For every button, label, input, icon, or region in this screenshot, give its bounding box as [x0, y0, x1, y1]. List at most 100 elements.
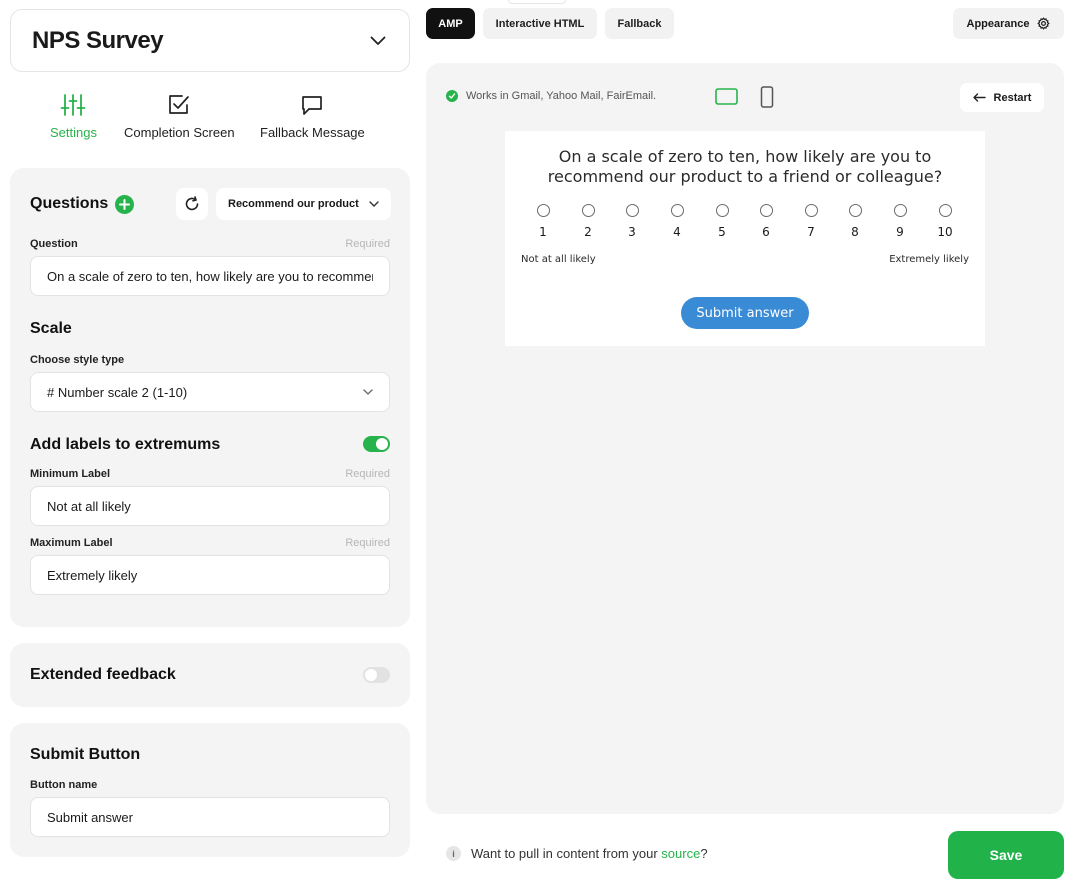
radio-button[interactable] [893, 204, 907, 217]
arrow-left-icon [972, 93, 986, 102]
scale-number: 10 [937, 225, 953, 239]
radio-button[interactable] [536, 204, 550, 217]
max-label-value: Extremely likely [47, 567, 138, 583]
top-edge-element [508, 0, 566, 4]
preview-question: On a scale of zero to ten, how likely ar… [547, 147, 943, 186]
restart-button[interactable]: Restart [960, 83, 1044, 112]
radio-button[interactable] [848, 204, 862, 217]
radio-button[interactable] [625, 204, 639, 217]
hint-suffix: ? [700, 846, 708, 861]
radio-button[interactable] [804, 204, 818, 217]
mobile-view-button[interactable] [760, 86, 774, 113]
mode-tab-interactive-html[interactable]: Interactive HTML [483, 8, 597, 39]
radio-button[interactable] [670, 204, 684, 217]
button-name-input[interactable]: Submit answer [30, 797, 390, 837]
appearance-label: Appearance [966, 17, 1030, 30]
scale-option[interactable]: 8 [845, 204, 865, 239]
info-icon: i [446, 846, 461, 861]
tab-settings-label: Settings [50, 125, 97, 140]
add-question-button[interactable] [115, 195, 134, 214]
scale-option[interactable]: 3 [622, 204, 642, 239]
radio-button[interactable] [581, 204, 595, 217]
tab-fallback-message[interactable]: Fallback Message [260, 92, 365, 140]
style-type-label: Choose style type [30, 354, 125, 366]
desktop-view-button[interactable] [715, 87, 738, 111]
tab-completion-screen[interactable]: Completion Screen [124, 92, 235, 140]
mobile-icon [760, 86, 774, 108]
scale-option[interactable]: 1 [533, 204, 553, 239]
max-label-input[interactable]: Extremely likely [30, 555, 390, 595]
scale-option[interactable]: 10 [935, 204, 955, 239]
desktop-icon [715, 88, 738, 105]
style-type-value: # Number scale 2 (1-10) [47, 384, 188, 400]
check-circle-icon [446, 90, 458, 102]
scale-heading: Scale [30, 320, 72, 337]
chevron-down-icon [363, 389, 373, 395]
scale-number: 4 [673, 225, 681, 239]
preview-min-label: Not at all likely [521, 254, 596, 265]
source-link[interactable]: source [661, 846, 700, 861]
required-note: Required [345, 537, 390, 549]
compatibility-note: Works in Gmail, Yahoo Mail, FairEmail. [446, 90, 656, 102]
button-name-label: Button name [30, 779, 98, 791]
hint-prefix: Want to pull in content from your [471, 846, 662, 861]
email-preview: On a scale of zero to ten, how likely ar… [505, 131, 985, 346]
refresh-button[interactable] [176, 188, 208, 220]
preview-submit-button[interactable]: Submit answer [681, 297, 809, 329]
extended-feedback-toggle[interactable] [363, 667, 390, 683]
mode-tab-fallback[interactable]: Fallback [605, 8, 674, 39]
scale-number: 6 [762, 225, 770, 239]
settings-tabs: Settings Completion Screen Fallback Mess… [10, 92, 410, 144]
scale-number: 3 [628, 225, 636, 239]
template-select[interactable]: Recommend our product [216, 188, 391, 220]
min-label-value: Not at all likely [47, 498, 131, 514]
scale-number: 2 [584, 225, 592, 239]
extended-feedback-heading: Extended feedback [30, 666, 176, 683]
question-input[interactable]: On a scale of zero to ten, how likely ar… [30, 256, 390, 296]
message-icon [300, 92, 324, 118]
scale-option[interactable]: 9 [890, 204, 910, 239]
min-label-label: Minimum Label [30, 468, 111, 480]
scale-number: 5 [718, 225, 726, 239]
gear-icon [1037, 17, 1051, 30]
scale-option[interactable]: 6 [756, 204, 776, 239]
max-label-label: Maximum Label [30, 537, 113, 549]
tab-fallback-label: Fallback Message [260, 125, 365, 140]
scale-option[interactable]: 4 [667, 204, 687, 239]
questions-card: Questions Recommend our product Question… [10, 168, 410, 627]
scale-number: 7 [807, 225, 815, 239]
mode-tab-amp[interactable]: AMP [426, 8, 475, 39]
template-select-value: Recommend our product [228, 198, 359, 210]
plus-icon [119, 199, 130, 210]
scale-option[interactable]: 7 [801, 204, 821, 239]
extremums-toggle[interactable] [363, 436, 390, 452]
scale-number: 1 [539, 225, 547, 239]
checkbox-icon [167, 92, 191, 118]
preview-max-label: Extremely likely [889, 254, 969, 265]
submit-button-card: Submit Button Button name Submit answer [10, 723, 410, 857]
refresh-icon [185, 196, 199, 211]
extremums-heading: Add labels to extremums [30, 436, 221, 453]
survey-title: NPS Survey [32, 26, 164, 54]
min-label-input[interactable]: Not at all likely [30, 486, 390, 526]
source-hint-text: Want to pull in content from your source… [471, 846, 708, 861]
chevron-down-icon [369, 32, 387, 50]
button-name-value: Submit answer [47, 809, 133, 825]
style-type-select[interactable]: # Number scale 2 (1-10) [30, 372, 390, 412]
tab-settings[interactable]: Settings [50, 92, 97, 140]
scale-number: 9 [896, 225, 904, 239]
radio-button[interactable] [938, 204, 952, 217]
sliders-icon [60, 92, 86, 118]
radio-button[interactable] [759, 204, 773, 217]
preview-panel: Works in Gmail, Yahoo Mail, FairEmail. R… [426, 63, 1064, 814]
save-button[interactable]: Save [948, 831, 1064, 879]
radio-button[interactable] [715, 204, 729, 217]
source-hint: i Want to pull in content from your sour… [446, 846, 708, 861]
question-input-value: On a scale of zero to ten, how likely ar… [47, 268, 373, 284]
appearance-button[interactable]: Appearance [953, 8, 1064, 39]
restart-label: Restart [993, 91, 1032, 104]
survey-title-select[interactable]: NPS Survey [10, 9, 410, 72]
scale-option[interactable]: 5 [712, 204, 732, 239]
scale-option[interactable]: 2 [578, 204, 598, 239]
tab-completion-label: Completion Screen [124, 125, 235, 140]
